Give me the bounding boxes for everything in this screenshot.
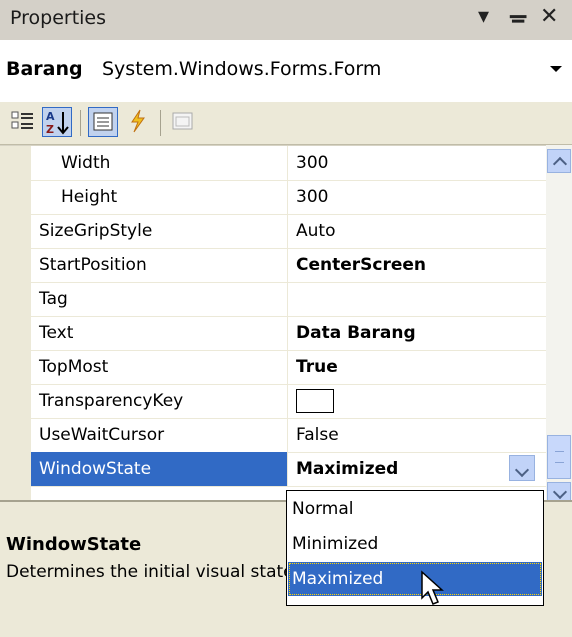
option-maximized[interactable]: Maximized <box>288 562 542 596</box>
svg-text:A: A <box>46 110 55 123</box>
column-divider <box>287 316 288 350</box>
color-swatch[interactable] <box>296 389 334 413</box>
column-divider <box>287 384 288 418</box>
panel-title: Properties <box>10 7 107 29</box>
panel-title-bar: Properties ▾ ᚚ ✕ <box>0 0 572 41</box>
property-name: WindowState <box>39 459 152 479</box>
alphabetical-icon: A Z <box>46 110 69 136</box>
description-text: Determines the initial visual state of t… <box>6 562 291 582</box>
column-divider <box>287 418 288 452</box>
property-value[interactable]: Maximized <box>296 459 398 479</box>
object-type: System.Windows.Forms.Form <box>102 58 382 80</box>
property-name: UseWaitCursor <box>39 425 165 445</box>
property-row[interactable]: SizeGripStyle Auto <box>31 214 546 249</box>
property-pages-icon <box>172 112 193 130</box>
property-value[interactable]: False <box>296 425 339 445</box>
column-divider <box>287 248 288 282</box>
categorized-button[interactable] <box>8 107 38 137</box>
property-row[interactable]: Height 300 <box>31 180 546 215</box>
scroll-up-arrow-icon[interactable] <box>547 149 571 173</box>
property-value[interactable]: True <box>296 357 338 377</box>
column-divider <box>287 452 288 486</box>
property-row[interactable]: UseWaitCursor False <box>31 418 546 453</box>
properties-icon <box>93 112 113 131</box>
window-position-icon[interactable]: ▾ <box>478 4 489 29</box>
property-name: Tag <box>39 289 68 309</box>
object-selector[interactable]: Barang System.Windows.Forms.Form <box>0 40 572 103</box>
grid-gutter <box>0 146 31 501</box>
column-divider <box>287 350 288 384</box>
property-value[interactable]: 300 <box>296 153 328 173</box>
property-value[interactable]: Data Barang <box>296 323 416 343</box>
toolbar-separator <box>160 110 161 136</box>
windowstate-dropdown-list[interactable]: Normal Minimized Maximized <box>286 490 544 606</box>
toolbar-separator <box>80 110 81 136</box>
mouse-cursor-icon <box>421 570 444 605</box>
property-row[interactable]: Width 300 <box>31 146 546 181</box>
property-row[interactable]: TransparencyKey <box>31 384 546 419</box>
option-minimized[interactable]: Minimized <box>288 527 542 561</box>
property-row[interactable]: StartPosition CenterScreen <box>31 248 546 283</box>
property-name: StartPosition <box>39 255 147 275</box>
option-normal[interactable]: Normal <box>288 492 542 526</box>
column-divider <box>287 146 288 180</box>
property-value[interactable]: 300 <box>296 187 328 207</box>
object-name: Barang <box>6 58 83 80</box>
property-row[interactable]: WindowState Maximized <box>31 452 546 487</box>
property-name: TopMost <box>39 357 109 377</box>
description-title: WindowState <box>6 534 142 555</box>
properties-button[interactable] <box>88 107 118 137</box>
property-row[interactable]: Tag <box>31 282 546 317</box>
property-grid: Width 300 Height 300 SizeGripStyle Auto StartP… <box>0 145 546 501</box>
close-icon[interactable]: ✕ <box>540 4 558 29</box>
dropdown-arrow-icon[interactable] <box>509 455 535 481</box>
column-divider <box>287 282 288 316</box>
svg-text:Z: Z <box>46 123 54 136</box>
column-divider <box>287 180 288 214</box>
property-name: TransparencyKey <box>39 391 184 411</box>
property-name: Width <box>61 153 111 173</box>
events-button[interactable] <box>124 107 154 137</box>
events-icon <box>131 109 145 133</box>
property-row[interactable]: Text Data Barang <box>31 316 546 351</box>
property-pages-button[interactable] <box>168 107 198 137</box>
chevron-down-icon[interactable] <box>550 66 562 72</box>
toolbar: A Z <box>0 102 572 145</box>
property-name: SizeGripStyle <box>39 221 153 241</box>
column-divider <box>287 214 288 248</box>
property-value[interactable]: CenterScreen <box>296 255 426 275</box>
pin-icon[interactable]: ᚚ <box>510 4 526 29</box>
categorized-icon <box>11 111 33 129</box>
alphabetical-button[interactable]: A Z <box>42 107 72 137</box>
property-name: Height <box>61 187 118 207</box>
property-name: Text <box>39 323 74 343</box>
scroll-thumb[interactable] <box>547 435 571 479</box>
property-value[interactable]: Auto <box>296 221 335 241</box>
property-row[interactable]: TopMost True <box>31 350 546 385</box>
vertical-scrollbar[interactable] <box>546 145 572 506</box>
